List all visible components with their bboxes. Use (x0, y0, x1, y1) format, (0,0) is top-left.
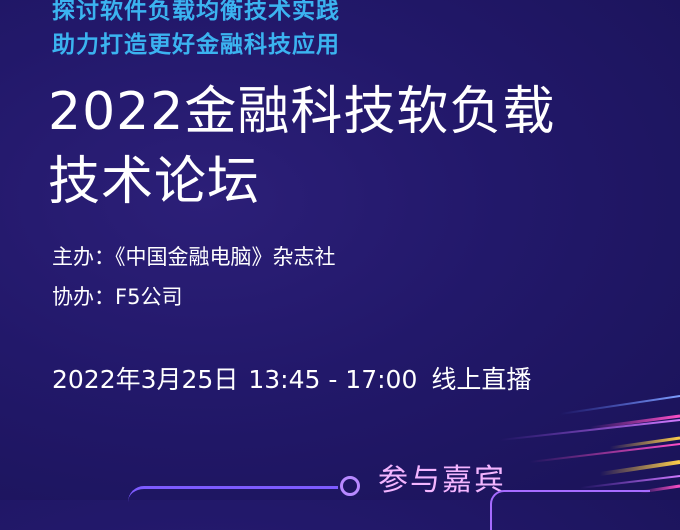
tagline-line-2: 助力打造更好金融科技应用 (52, 32, 340, 58)
organizer-info: 主办：《中国金融电脑》杂志社 (52, 247, 336, 268)
event-poster: 探讨软件负载均衡技术实践 助力打造更好金融科技应用 2022金融科技软负载 技术… (0, 0, 680, 530)
organizer-label: 主办： (52, 245, 115, 269)
streak (499, 419, 680, 441)
organizer-value: 《中国金融电脑》杂志社 (115, 245, 336, 269)
event-time: 13:45 - 17:00 (248, 365, 418, 394)
event-date: 2022年3月25日 (52, 365, 239, 394)
coorganizer-value: F5公司 (115, 285, 183, 309)
event-format: 线上直播 (431, 365, 532, 394)
coorganizer-info: 协办：F5公司 (52, 287, 182, 308)
streak (529, 443, 680, 463)
guests-section-button[interactable]: 参与嘉宾 (340, 462, 680, 530)
guests-section-label: 参与嘉宾 (378, 463, 506, 498)
streak (559, 395, 680, 415)
decorative-frame-right (490, 490, 650, 530)
event-title-line-2: 技术论坛 (48, 152, 261, 212)
streak (609, 436, 680, 450)
event-title-line-1: 2022金融科技软负载 (48, 82, 556, 142)
decorative-frame-left (128, 486, 338, 516)
tagline-line-1: 探讨软件负载均衡技术实践 (52, 0, 340, 24)
event-datetime: 2022年3月25日 13:45 - 17:00 线上直播 (52, 367, 531, 392)
streak (589, 414, 680, 430)
coorganizer-label: 协办： (52, 285, 115, 309)
location-pin-icon (340, 476, 360, 496)
